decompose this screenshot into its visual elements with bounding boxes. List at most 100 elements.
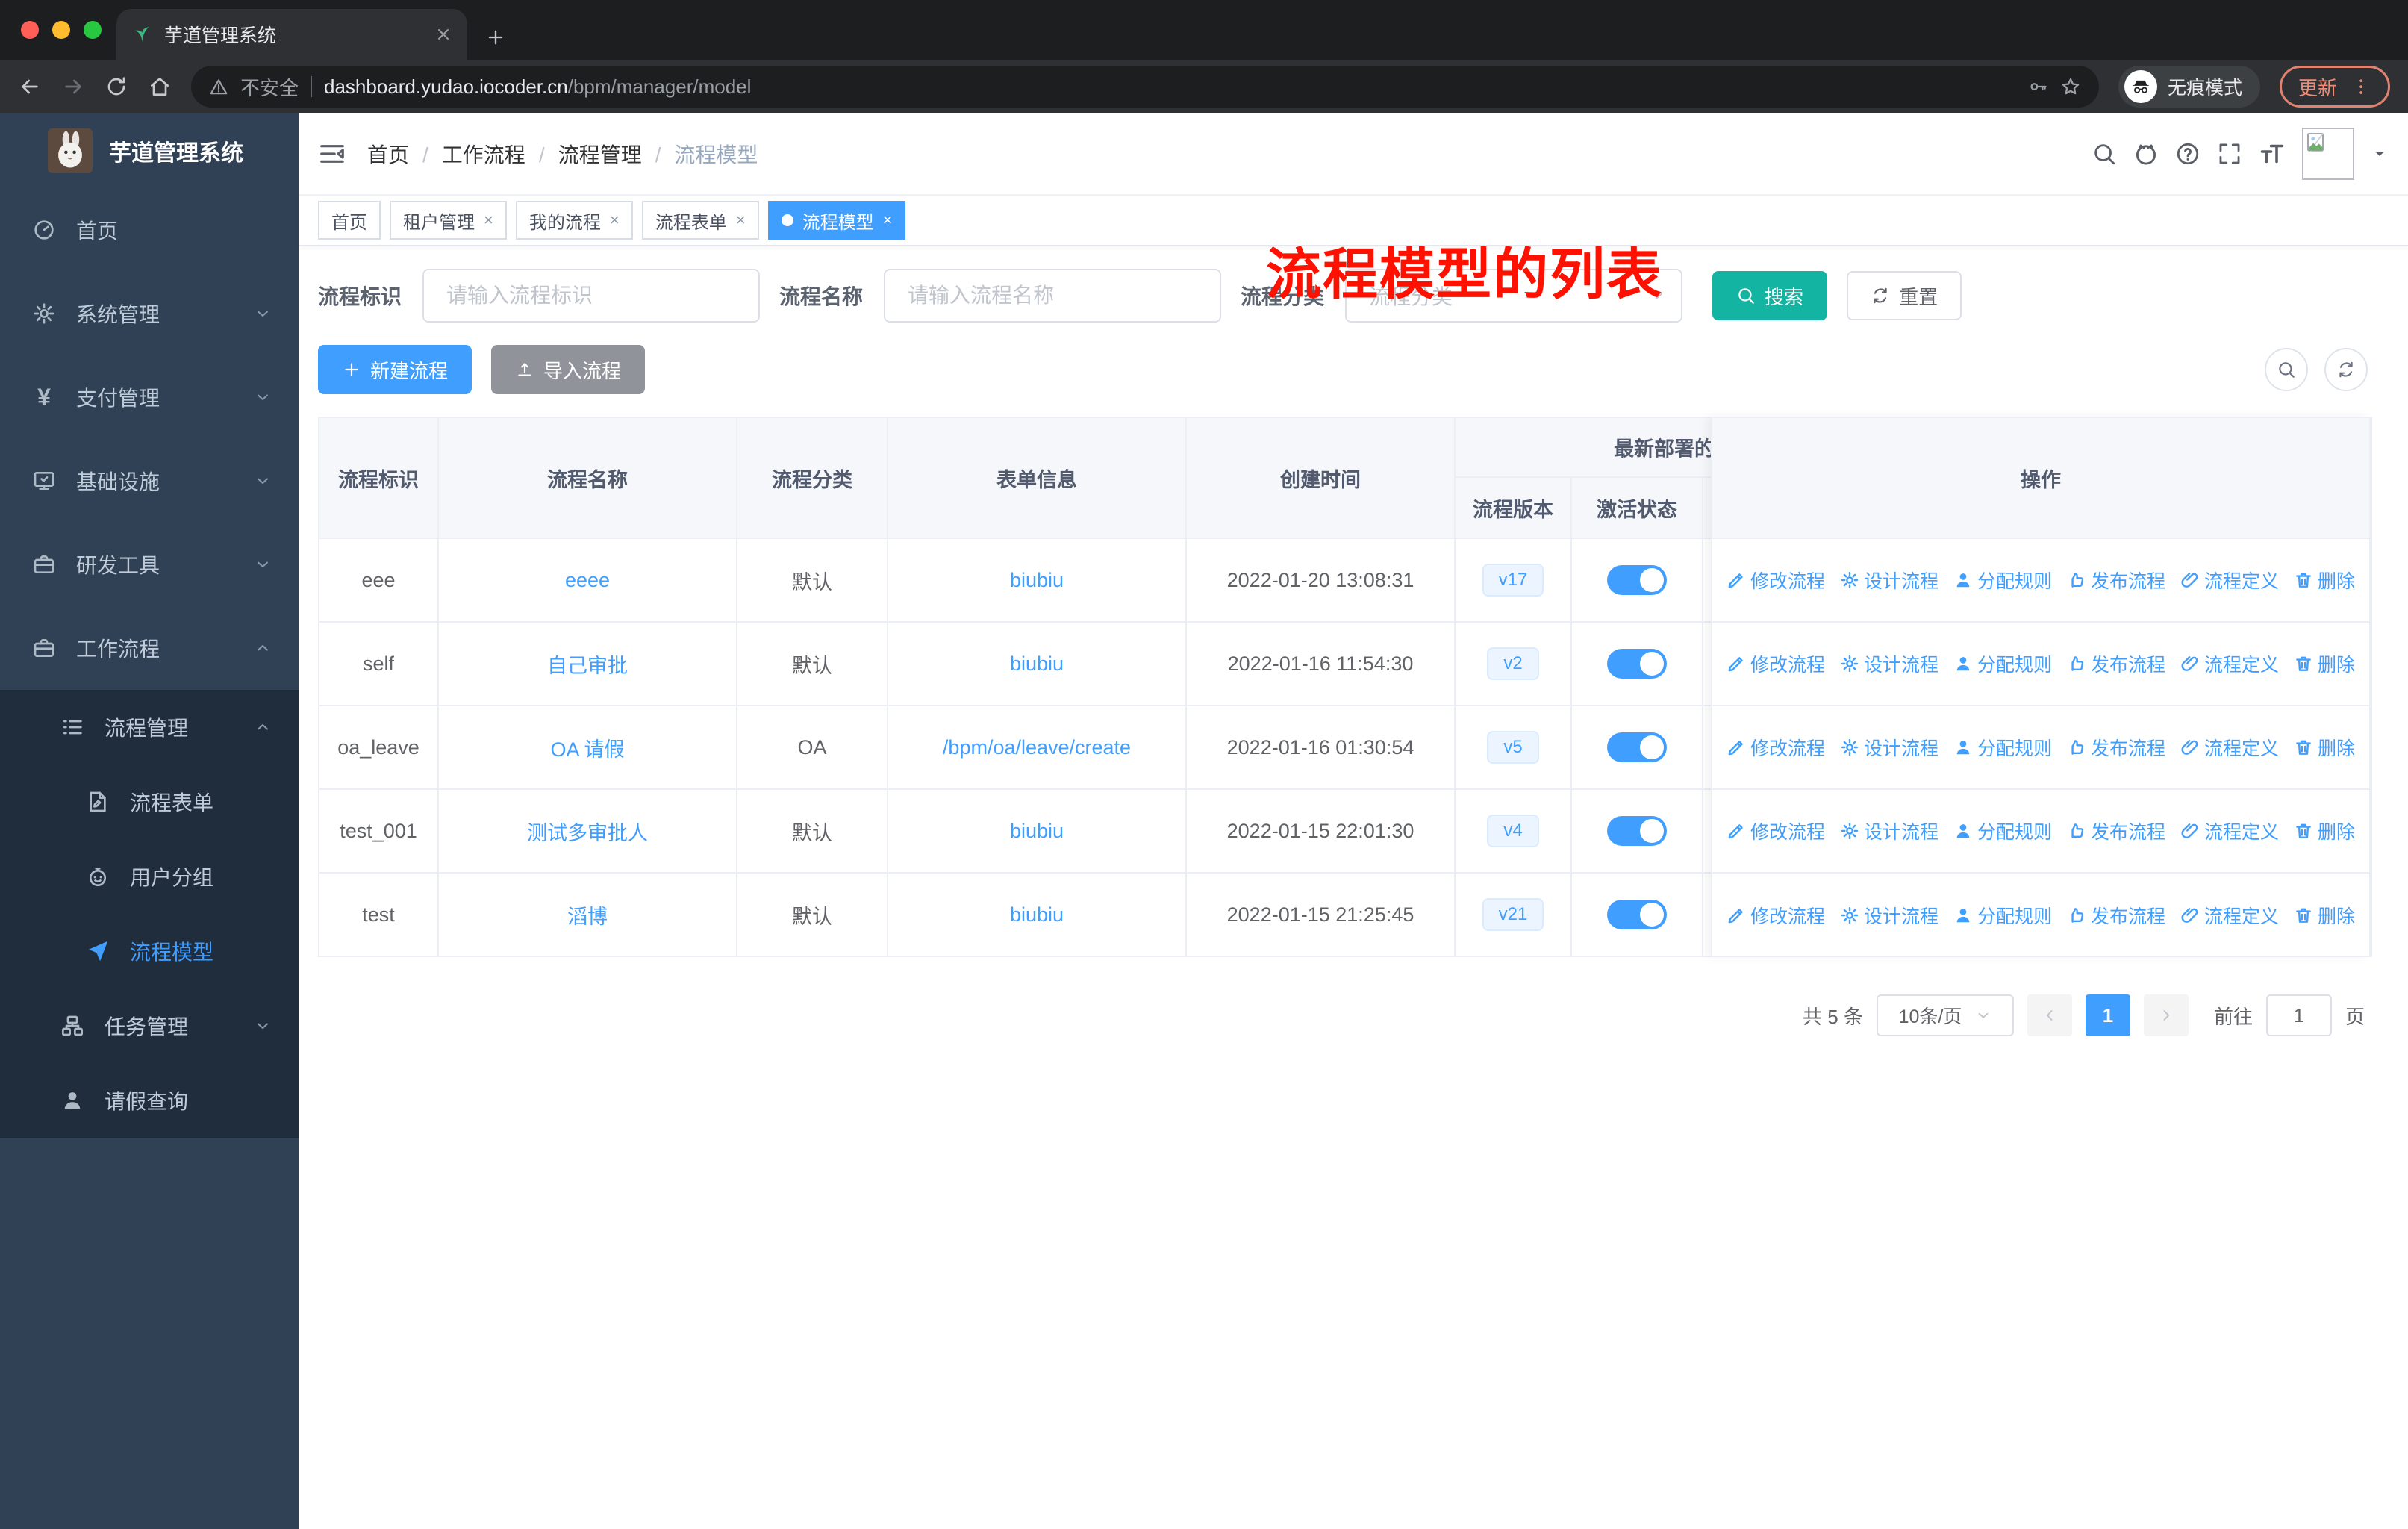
delete-link[interactable]: 删除 <box>2294 818 2355 844</box>
modify-process-link[interactable]: 修改流程 <box>1727 734 1825 761</box>
assign-rule-link[interactable]: 分配规则 <box>1953 818 2052 844</box>
form-link[interactable]: biubiu <box>1010 653 1064 675</box>
logo-row[interactable]: 芋道管理系统 <box>0 113 299 188</box>
breadcrumb-workflow[interactable]: 工作流程 <box>442 139 558 169</box>
process-name-link[interactable]: OA 请假 <box>550 738 624 761</box>
process-name-link[interactable]: eeee <box>565 569 610 591</box>
process-key-input[interactable] <box>422 269 761 323</box>
browser-update-button[interactable]: 更新 <box>2279 66 2390 108</box>
active-toggle[interactable] <box>1607 732 1667 762</box>
forward-icon[interactable] <box>61 75 85 99</box>
publish-process-link[interactable]: 发布流程 <box>2067 567 2165 594</box>
reset-button[interactable]: 重置 <box>1847 271 1962 320</box>
delete-link[interactable]: 删除 <box>2294 650 2355 677</box>
page-1-button[interactable]: 1 <box>2085 994 2130 1036</box>
process-name-link[interactable]: 自己审批 <box>547 655 628 677</box>
fullscreen-icon[interactable] <box>2217 141 2242 166</box>
sidebar-item-system[interactable]: 系统管理 <box>0 272 299 355</box>
reload-icon[interactable] <box>105 75 128 99</box>
tag-close-icon[interactable]: × <box>610 212 620 228</box>
publish-process-link[interactable]: 发布流程 <box>2067 734 2165 761</box>
active-toggle[interactable] <box>1607 649 1667 679</box>
design-process-link[interactable]: 设计流程 <box>1840 567 1938 594</box>
avatar[interactable] <box>2302 128 2354 180</box>
design-process-link[interactable]: 设计流程 <box>1840 818 1938 844</box>
tag-tenant[interactable]: 租户管理 × <box>390 201 507 240</box>
maximize-window-button[interactable] <box>84 21 102 39</box>
tag-close-icon[interactable]: × <box>484 212 493 228</box>
page-size-select[interactable]: 10条/页 <box>1876 994 2014 1036</box>
publish-process-link[interactable]: 发布流程 <box>2067 902 2165 929</box>
form-link[interactable]: biubiu <box>1010 820 1064 842</box>
design-process-link[interactable]: 设计流程 <box>1840 650 1938 677</box>
version-badge[interactable]: v2 <box>1487 647 1539 681</box>
sidebar-item-devtools[interactable]: 研发工具 <box>0 523 299 606</box>
sidebar-item-user-group[interactable]: 用户分组 <box>0 839 299 914</box>
form-link[interactable]: biubiu <box>1010 569 1064 591</box>
active-toggle[interactable] <box>1607 565 1667 595</box>
tag-my-process[interactable]: 我的流程 × <box>515 201 633 240</box>
assign-rule-link[interactable]: 分配规则 <box>1953 650 2052 677</box>
search-icon[interactable] <box>2092 141 2117 166</box>
modify-process-link[interactable]: 修改流程 <box>1727 902 1825 929</box>
version-badge[interactable]: v21 <box>1482 897 1544 932</box>
font-size-icon[interactable] <box>2259 140 2286 167</box>
version-badge[interactable]: v4 <box>1487 814 1539 848</box>
tag-close-icon[interactable]: × <box>736 212 746 228</box>
version-badge[interactable]: v17 <box>1482 563 1544 597</box>
show-search-button[interactable] <box>2265 348 2308 391</box>
active-toggle[interactable] <box>1607 816 1667 846</box>
assign-rule-link[interactable]: 分配规则 <box>1953 734 2052 761</box>
sidebar-item-workflow[interactable]: 工作流程 <box>0 606 299 690</box>
github-icon[interactable] <box>2133 141 2159 166</box>
assign-rule-link[interactable]: 分配规则 <box>1953 567 2052 594</box>
browser-menu-dots-icon[interactable] <box>2351 76 2371 97</box>
modify-process-link[interactable]: 修改流程 <box>1727 567 1825 594</box>
design-process-link[interactable]: 设计流程 <box>1840 734 1938 761</box>
search-button[interactable]: 搜索 <box>1712 271 1828 320</box>
home-icon[interactable] <box>148 75 172 99</box>
next-page-button[interactable] <box>2143 994 2189 1036</box>
active-toggle[interactable] <box>1607 900 1667 929</box>
process-definition-link[interactable]: 流程定义 <box>2180 902 2279 929</box>
refresh-table-button[interactable] <box>2324 348 2368 391</box>
minimize-window-button[interactable] <box>52 21 70 39</box>
process-definition-link[interactable]: 流程定义 <box>2180 650 2279 677</box>
delete-link[interactable]: 删除 <box>2294 734 2355 761</box>
sidebar-item-payment[interactable]: ¥ 支付管理 <box>0 355 299 439</box>
publish-process-link[interactable]: 发布流程 <box>2067 650 2165 677</box>
sidebar-item-process-form[interactable]: 流程表单 <box>0 764 299 839</box>
sidebar-item-leave-query[interactable]: 请假查询 <box>0 1063 299 1138</box>
tab-close-icon[interactable] <box>434 25 452 43</box>
prev-page-button[interactable] <box>2027 994 2072 1036</box>
modify-process-link[interactable]: 修改流程 <box>1727 818 1825 844</box>
browser-tab[interactable]: 芋道管理系统 <box>116 9 467 60</box>
assign-rule-link[interactable]: 分配规则 <box>1953 902 2052 929</box>
design-process-link[interactable]: 设计流程 <box>1840 902 1938 929</box>
process-name-link[interactable]: 滔博 <box>567 906 608 928</box>
modify-process-link[interactable]: 修改流程 <box>1727 650 1825 677</box>
tag-process-model[interactable]: 流程模型 × <box>767 201 906 240</box>
tag-process-form[interactable]: 流程表单 × <box>641 201 759 240</box>
create-process-button[interactable]: 新建流程 <box>318 345 472 394</box>
tag-home[interactable]: 首页 <box>318 201 381 240</box>
breadcrumb-process-mgmt[interactable]: 流程管理 <box>558 139 675 169</box>
back-icon[interactable] <box>18 75 42 99</box>
hamburger-icon[interactable] <box>318 140 346 168</box>
delete-link[interactable]: 删除 <box>2294 567 2355 594</box>
sidebar-item-task-mgmt[interactable]: 任务管理 <box>0 988 299 1063</box>
import-process-button[interactable]: 导入流程 <box>491 345 646 394</box>
publish-process-link[interactable]: 发布流程 <box>2067 818 2165 844</box>
process-name-input[interactable] <box>884 269 1222 323</box>
key-icon[interactable] <box>2027 76 2048 97</box>
help-icon[interactable] <box>2175 141 2200 166</box>
form-link[interactable]: biubiu <box>1010 903 1064 926</box>
bookmark-star-icon[interactable] <box>2060 76 2081 97</box>
form-link[interactable]: /bpm/oa/leave/create <box>943 736 1131 759</box>
process-definition-link[interactable]: 流程定义 <box>2180 818 2279 844</box>
url-bar[interactable]: 不安全 dashboard.yudao.iocoder.cn/bpm/manag… <box>191 66 2099 108</box>
sidebar-item-infra[interactable]: 基础设施 <box>0 439 299 523</box>
new-tab-icon[interactable] <box>485 27 506 48</box>
delete-link[interactable]: 删除 <box>2294 902 2355 929</box>
process-definition-link[interactable]: 流程定义 <box>2180 734 2279 761</box>
